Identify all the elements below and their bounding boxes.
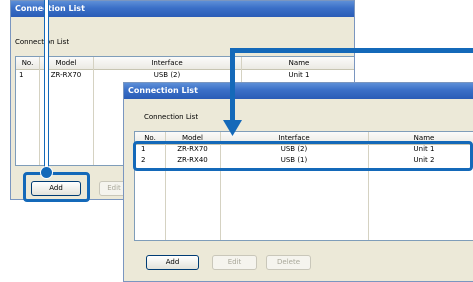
front-connection-list-window: Connection List Connection List No. Mode… — [123, 82, 473, 282]
back-col-name[interactable]: Name — [241, 57, 354, 69]
table-row[interactable]: 1 ZR-RX70 USB (2) Unit 1 — [16, 69, 354, 81]
front-delete-button[interactable]: Delete — [266, 255, 311, 270]
front-group-label: Connection List — [144, 113, 199, 121]
callout-line-vertical — [230, 48, 235, 122]
rows-highlight — [133, 141, 473, 171]
back-row-no: 1 — [19, 71, 24, 79]
back-row-interface: USB (2) — [153, 71, 181, 79]
add-button-highlight — [23, 172, 90, 202]
arrowhead-down-icon — [223, 120, 242, 136]
back-col-no[interactable]: No. — [16, 57, 39, 69]
back-row-name: Unit 1 — [288, 71, 310, 79]
back-window-title: Connection List — [15, 4, 85, 13]
front-window-titlebar[interactable]: Connection List — [124, 83, 473, 99]
callout-dot-icon — [40, 166, 53, 179]
back-group-label: Connection List — [15, 38, 70, 46]
front-add-button[interactable]: Add — [146, 255, 199, 270]
callout-line-add-inner — [45, 0, 48, 172]
callout-line-horizontal — [230, 48, 473, 53]
back-window-titlebar[interactable]: Connection List — [11, 1, 354, 17]
front-edit-button[interactable]: Edit — [212, 255, 257, 270]
back-col-interface[interactable]: Interface — [93, 57, 241, 69]
front-window-title: Connection List — [128, 86, 198, 95]
